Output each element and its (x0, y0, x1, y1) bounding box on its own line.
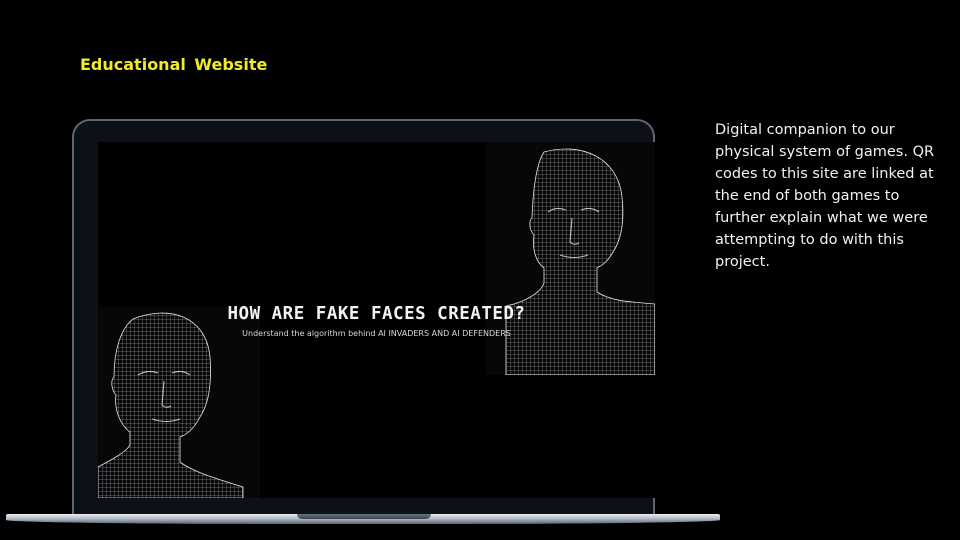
wireframe-face-icon (505, 148, 655, 375)
slide-title: Educational Website (80, 55, 268, 74)
website-screenshot: HOW ARE FAKE FACES CREATED? Understand t… (98, 142, 655, 498)
wireframe-face-image-top (486, 142, 655, 375)
slide-description: Digital companion to our physical system… (715, 122, 935, 270)
website-headline: HOW ARE FAKE FACES CREATED? (227, 304, 526, 324)
laptop-notch (297, 514, 431, 519)
website-subtitle: Understand the algorithm behind AI INVAD… (242, 329, 511, 338)
